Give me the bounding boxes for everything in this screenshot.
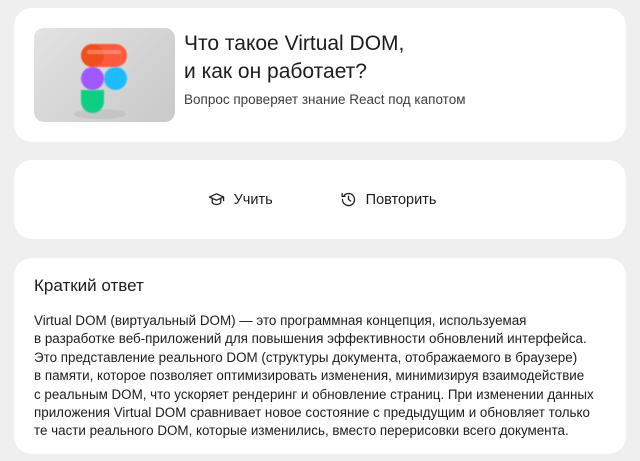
repeat-button[interactable]: Повторить <box>336 191 437 208</box>
short-answer-card: Краткий ответ Virtual DOM (виртуальный D… <box>14 258 626 454</box>
learn-button-label: Учить <box>233 191 273 208</box>
question-card: Что такое Virtual DOM, и как он работает… <box>14 8 626 142</box>
figma-logo-icon <box>74 44 127 119</box>
graduation-cap-icon <box>208 191 225 208</box>
learn-button[interactable]: Учить <box>204 191 273 208</box>
question-subtitle: Вопрос проверяет знание React под капото… <box>184 92 466 107</box>
actions-card: Учить Повторить <box>14 160 626 239</box>
question-title: Что такое Virtual DOM, и как он работает… <box>184 32 405 83</box>
history-icon <box>340 191 357 208</box>
repeat-button-label: Повторить <box>365 191 437 208</box>
question-image <box>34 28 175 122</box>
short-answer-text: Virtual DOM (виртуальный DOM) — это прог… <box>34 313 594 439</box>
short-answer-heading: Краткий ответ <box>34 276 144 295</box>
